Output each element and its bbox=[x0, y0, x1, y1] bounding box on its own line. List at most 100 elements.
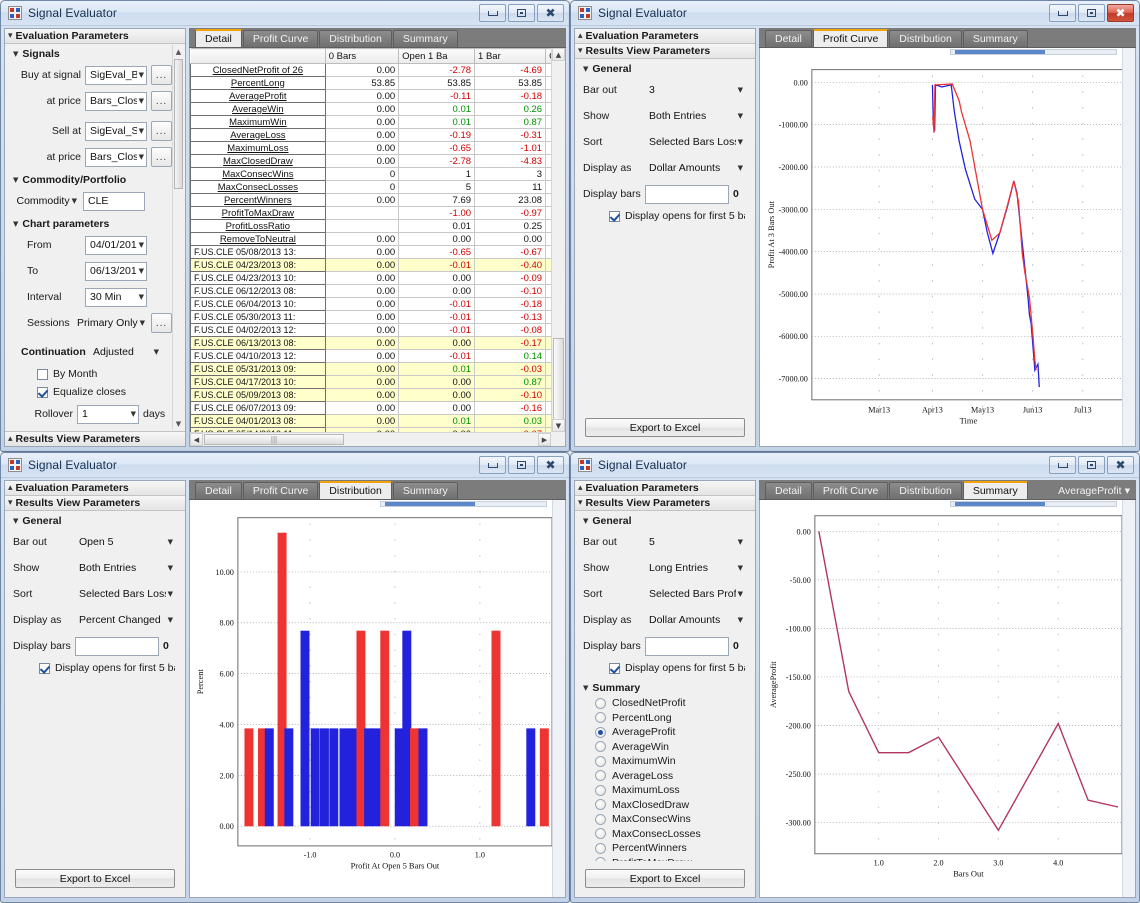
table-row[interactable]: F.US.CLE 05/08/2013 13:0.00-0.65-0.67-0.… bbox=[190, 245, 565, 259]
by-month-checkbox[interactable] bbox=[37, 368, 48, 380]
window-detail[interactable]: Signal Evaluator ✖ ▾ Evaluation Paramete… bbox=[0, 0, 570, 452]
table-row[interactable]: PercentLong53.8553.8553.8553.8553.85 bbox=[190, 76, 565, 90]
resize-grip[interactable] bbox=[551, 432, 565, 446]
tab-profit-curve[interactable]: Profit Curve bbox=[242, 482, 319, 499]
summary-radio-item[interactable]: ClosedNetProfit bbox=[575, 696, 755, 711]
chart-scrollbar[interactable] bbox=[380, 501, 547, 507]
summary-radio-item[interactable]: AverageLoss bbox=[575, 769, 755, 784]
th-1bar[interactable]: 1 Bar bbox=[474, 48, 547, 64]
summary-radio-item[interactable]: PercentLong bbox=[575, 711, 755, 726]
field-equalize-closes[interactable]: Equalize closes bbox=[5, 383, 185, 401]
field-display-opens[interactable]: Display opens for first 5 bars bbox=[575, 207, 755, 225]
interval-select[interactable]: 30 Min ▼ bbox=[85, 287, 147, 307]
scroll-thumb[interactable] bbox=[955, 502, 1045, 506]
radio-icon[interactable] bbox=[595, 784, 606, 796]
maximize-button[interactable] bbox=[508, 4, 535, 22]
titlebar[interactable]: Signal Evaluator ✖ bbox=[571, 1, 1139, 26]
from-date-select[interactable]: 04/01/2013 ▼ bbox=[85, 235, 147, 255]
export-to-excel-button[interactable]: Export to Excel bbox=[585, 869, 745, 888]
table-row[interactable]: F.US.CLE 06/13/2013 08:0.000.00-0.17-0.1… bbox=[190, 336, 565, 350]
panel-header-evaluation-parameters[interactable]: ▴ Evaluation Parameters bbox=[575, 481, 755, 496]
rollover-select[interactable]: 1 ▼ bbox=[77, 404, 139, 424]
distribution-chart[interactable]: 0.00 2.00 4.00 6.00 8.00 10.00 -1.0 0.0 1.0 Profi… bbox=[190, 500, 565, 897]
th-name[interactable] bbox=[190, 48, 326, 64]
table-row[interactable]: AverageProfit0.00-0.11-0.18-0.18-0.24 bbox=[190, 89, 565, 103]
minimize-button[interactable] bbox=[1049, 4, 1076, 22]
bar-out-select[interactable]: 5 ▼ bbox=[645, 533, 745, 552]
sell-at-select[interactable]: SigEval_Se ▼ bbox=[85, 121, 147, 141]
tab-summary[interactable]: Summary bbox=[962, 30, 1028, 47]
display-bars-input[interactable] bbox=[645, 636, 729, 656]
panel-header-results-view-parameters[interactable]: ▾ Results View Parameters bbox=[575, 496, 755, 511]
scroll-down-icon[interactable]: ▼ bbox=[552, 419, 565, 432]
summary-chart[interactable]: 0.00 -50.00 -100.00 -150.00 -200.00 -250.00 -3… bbox=[760, 500, 1135, 897]
chart-vertical-scrollbar[interactable] bbox=[552, 500, 565, 897]
maximize-button[interactable] bbox=[1078, 456, 1105, 474]
close-button[interactable]: ✖ bbox=[537, 456, 564, 474]
sessions-select[interactable]: Primary Only ▼ bbox=[73, 314, 147, 333]
metric-selector[interactable]: AverageProfit ▼ bbox=[1058, 485, 1136, 499]
panel-header-results-view-parameters[interactable]: ▾ Results View Parameters bbox=[5, 496, 185, 511]
minimize-button[interactable] bbox=[479, 456, 506, 474]
sessions-browse-button[interactable]: ... bbox=[151, 313, 172, 333]
minimize-button[interactable] bbox=[1049, 456, 1076, 474]
bar-out-select[interactable]: 3 ▼ bbox=[645, 81, 745, 100]
group-exits[interactable]: ▼ Exits bbox=[5, 427, 185, 431]
summary-radio-item[interactable]: MaximumLoss bbox=[575, 783, 755, 798]
display-as-select[interactable]: Dollar Amounts ▼ bbox=[645, 159, 745, 178]
buy-at-price-browse-button[interactable]: ... bbox=[151, 91, 172, 111]
table-row[interactable]: ClosedNetProfit of 260.00-2.78-4.69-4.68… bbox=[190, 63, 565, 77]
display-opens-checkbox[interactable] bbox=[39, 662, 50, 674]
buy-at-signal-select[interactable]: SigEval_Bu ▼ bbox=[85, 65, 147, 85]
tab-summary[interactable]: Summary bbox=[962, 481, 1028, 499]
scroll-down-icon[interactable]: ▼ bbox=[173, 417, 184, 430]
table-row[interactable]: AverageWin0.000.010.260.260.27 bbox=[190, 102, 565, 116]
maximize-button[interactable] bbox=[1078, 4, 1105, 22]
field-display-opens[interactable]: Display opens for first 5 bars bbox=[575, 659, 755, 677]
display-as-select[interactable]: Dollar Amounts ▼ bbox=[645, 611, 745, 630]
titlebar[interactable]: Signal Evaluator ✖ bbox=[1, 1, 569, 26]
tab-summary[interactable]: Summary bbox=[392, 482, 458, 499]
panel-header-results-view-parameters[interactable]: ▾ Results View Parameters bbox=[575, 44, 755, 59]
sort-select[interactable]: Selected Bars Losses ▼ bbox=[75, 585, 175, 604]
table-row[interactable]: MaximumLoss0.00-0.65-1.01-1.02-1.81 bbox=[190, 141, 565, 155]
to-date-select[interactable]: 06/13/2013 ▼ bbox=[85, 261, 147, 281]
window-distribution[interactable]: Signal Evaluator ✖ ▴ Evaluation Paramete… bbox=[0, 452, 570, 903]
summary-radio-item[interactable]: PercentWinners bbox=[575, 841, 755, 856]
table-row[interactable]: F.US.CLE 06/07/2013 09:0.000.00-0.16-0.1… bbox=[190, 401, 565, 415]
radio-icon[interactable] bbox=[595, 828, 606, 840]
tab-distribution[interactable]: Distribution bbox=[889, 30, 962, 47]
radio-icon[interactable] bbox=[595, 726, 606, 738]
group-summary[interactable]: ▼ Summary bbox=[575, 677, 755, 696]
scroll-up-icon[interactable]: ▲ bbox=[552, 48, 565, 61]
summary-radio-item[interactable]: MaxConsecWins bbox=[575, 812, 755, 827]
group-general[interactable]: ▼ General bbox=[575, 511, 755, 529]
export-to-excel-button[interactable]: Export to Excel bbox=[585, 418, 745, 437]
table-row[interactable]: RemoveToNeutral0.000.000.000.000.00 bbox=[190, 232, 565, 246]
titlebar[interactable]: Signal Evaluator ✖ bbox=[571, 453, 1139, 478]
chart-scrollbar[interactable] bbox=[950, 49, 1117, 55]
table-row[interactable]: F.US.CLE 06/04/2013 10:0.00-0.01-0.18-0.… bbox=[190, 297, 565, 311]
tab-profit-curve[interactable]: Profit Curve bbox=[242, 30, 319, 47]
group-commodity-portfolio[interactable]: ▼ Commodity/Portfolio bbox=[5, 170, 185, 188]
window-profit-curve[interactable]: Signal Evaluator ✖ ▴ Evaluation Paramete… bbox=[570, 0, 1140, 452]
show-select[interactable]: Both Entries ▼ bbox=[645, 107, 745, 126]
tab-detail[interactable]: Detail bbox=[195, 29, 242, 47]
group-general[interactable]: ▼ General bbox=[5, 511, 185, 529]
table-horizontal-scrollbar[interactable]: ◀ ||| ▶ bbox=[190, 432, 565, 446]
radio-icon[interactable] bbox=[595, 770, 606, 782]
scroll-up-icon[interactable]: ▲ bbox=[173, 45, 184, 58]
commodity-type-select[interactable]: Commodity ▼ bbox=[13, 192, 79, 211]
display-opens-checkbox[interactable] bbox=[609, 210, 620, 222]
table-row[interactable]: F.US.CLE 05/09/2013 08:0.000.00-0.10-0.0… bbox=[190, 388, 565, 402]
tab-profit-curve[interactable]: Profit Curve bbox=[812, 29, 889, 47]
profit-curve-chart[interactable]: 0.00 -1000.00 -2000.00 -3000.00 -4000.00 -500… bbox=[760, 48, 1135, 446]
display-bars-input[interactable] bbox=[645, 184, 729, 204]
export-to-excel-button[interactable]: Export to Excel bbox=[15, 869, 175, 888]
scroll-thumb[interactable] bbox=[174, 59, 183, 189]
table-row[interactable]: F.US.CLE 05/30/2013 11:0.00-0.01-0.13-0.… bbox=[190, 310, 565, 324]
radio-icon[interactable] bbox=[595, 842, 606, 854]
tab-summary[interactable]: Summary bbox=[392, 30, 458, 47]
tab-distribution[interactable]: Distribution bbox=[319, 30, 392, 47]
panel-header-evaluation-parameters[interactable]: ▾ Evaluation Parameters bbox=[5, 29, 185, 44]
